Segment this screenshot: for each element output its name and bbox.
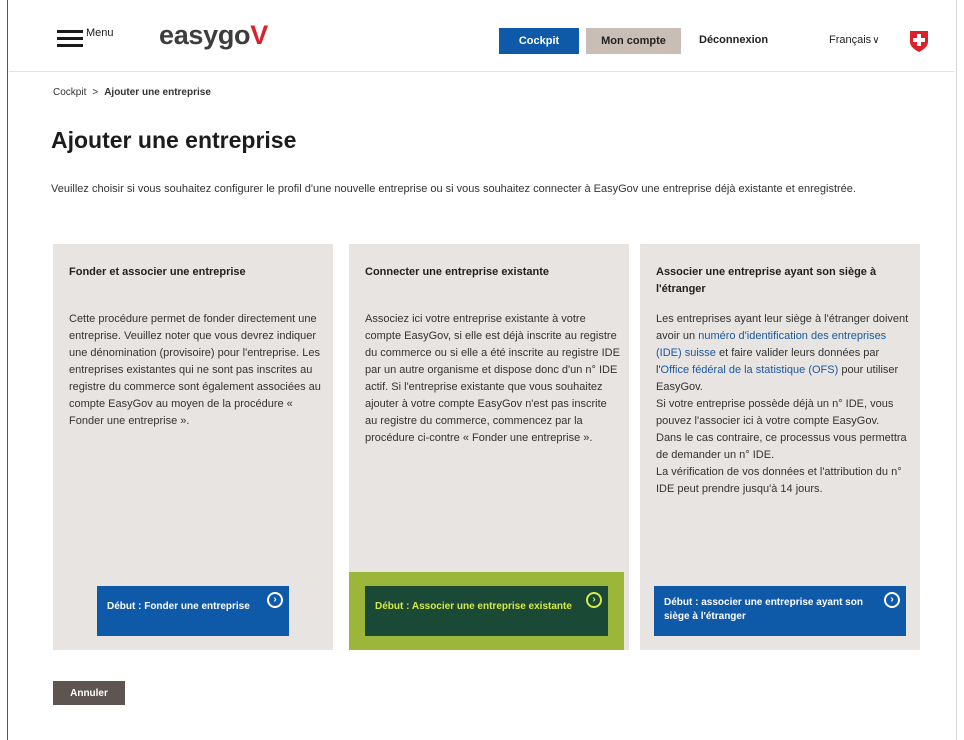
ofs-link[interactable]: Office fédéral de la statistique (OFS) [661, 364, 839, 376]
language-selector[interactable]: Français∨ [829, 34, 880, 46]
window-frame-left [0, 0, 8, 740]
swiss-cross-icon [910, 31, 928, 52]
card-connect-existing: Connecter une entreprise existante Assoc… [349, 244, 629, 650]
card-title: Fonder et associer une entreprise [69, 266, 246, 278]
start-connect-existing-button[interactable]: Début : Associer une entreprise existant… [365, 586, 608, 636]
easygov-logo[interactable]: easygoV [159, 20, 268, 51]
breadcrumb-home[interactable]: Cockpit [53, 87, 86, 98]
language-label: Français [829, 34, 872, 46]
card-body: Associez ici votre entreprise existante … [365, 313, 620, 444]
start-button-label: Début : Associer une entreprise existant… [375, 601, 572, 612]
start-button-label: Début : associer une entreprise ayant so… [664, 597, 863, 622]
page-title: Ajouter une entreprise [51, 127, 297, 153]
card-body: Cette procédure permet de fonder directe… [69, 313, 321, 427]
hamburger-icon [57, 30, 83, 48]
start-foreign-company-button[interactable]: Début : associer une entreprise ayant so… [654, 586, 906, 636]
cockpit-button[interactable]: Cockpit [499, 28, 579, 54]
body-text: Si votre entreprise possède déjà un n° I… [656, 398, 894, 427]
account-button[interactable]: Mon compte [586, 28, 681, 54]
window-frame-right [956, 0, 964, 740]
card-foreign-company: Associer une entreprise ayant son siège … [640, 244, 920, 650]
breadcrumb: Cockpit > Ajouter une entreprise [53, 87, 211, 98]
intro-text: Veuillez choisir si vous souhaitez confi… [51, 183, 856, 195]
card-body: Les entreprises ayant leur siège à l'étr… [656, 311, 911, 498]
arrow-right-circle-icon: › [884, 592, 900, 608]
chevron-down-icon: ∨ [872, 35, 880, 46]
breadcrumb-separator: > [92, 87, 99, 98]
site-header: Menu easygoV Cockpit Mon compte Déconnex… [9, 0, 955, 72]
breadcrumb-current: Ajouter une entreprise [104, 87, 211, 98]
logo-text: easygo [159, 20, 251, 50]
body-text: Dans le cas contraire, ce processus vous… [656, 432, 907, 461]
body-text: La vérification de vos données et l'attr… [656, 466, 902, 495]
arrow-right-circle-icon: › [267, 592, 283, 608]
card-title: Connecter une entreprise existante [365, 266, 550, 278]
card-title: Associer une entreprise ayant son siège … [656, 266, 877, 295]
arrow-right-circle-icon: › [586, 592, 602, 608]
cancel-button[interactable]: Annuler [53, 681, 125, 705]
start-button-label: Début : Fonder une entreprise [107, 601, 250, 612]
start-found-company-button[interactable]: Début : Fonder une entreprise › [97, 586, 289, 636]
menu-label: Menu [86, 27, 114, 39]
logo-accent: V [250, 20, 268, 50]
menu-button[interactable]: Menu [57, 27, 121, 50]
logout-link[interactable]: Déconnexion [699, 34, 768, 46]
card-found-company: Fonder et associer une entreprise Cette … [53, 244, 333, 650]
